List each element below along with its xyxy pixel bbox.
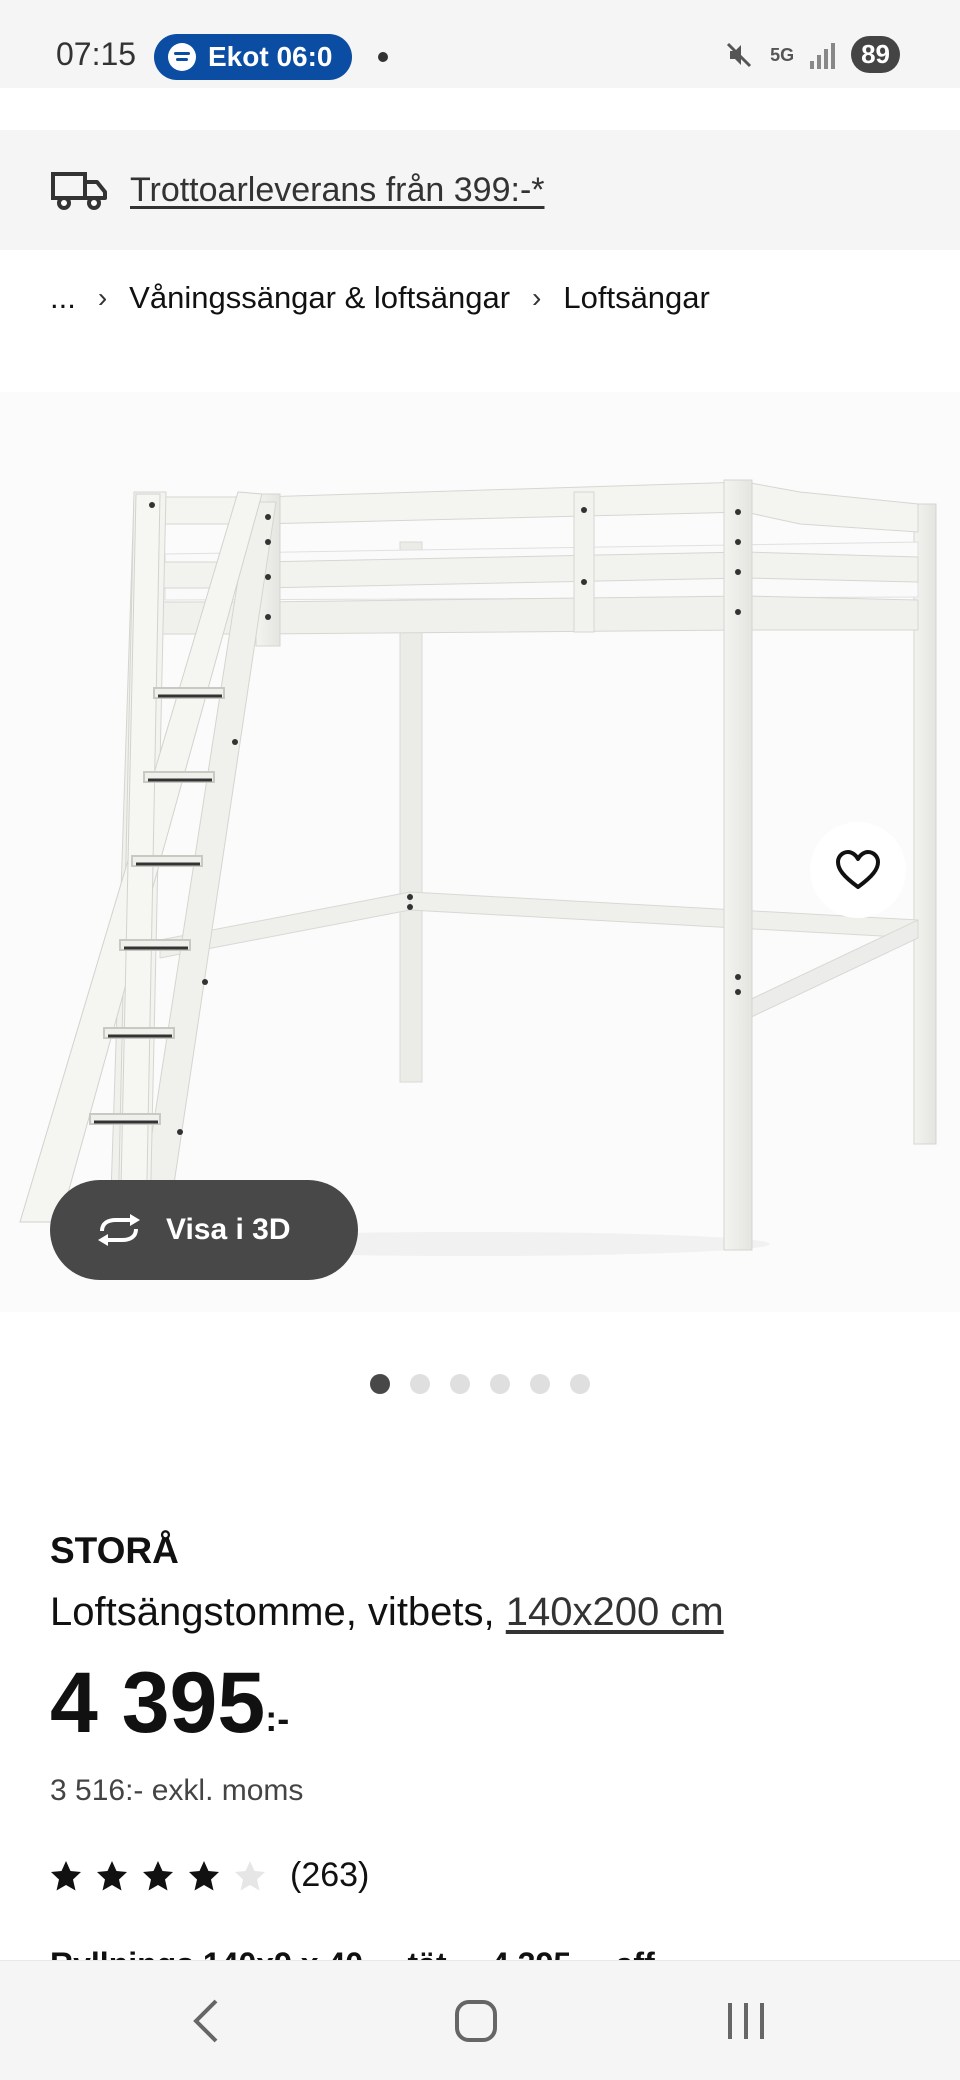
favorite-button[interactable] [810, 822, 906, 918]
review-count[interactable]: (263) [290, 1856, 369, 1895]
mute-icon [727, 42, 752, 67]
pagination-dot[interactable] [450, 1374, 470, 1394]
product-type: Loftsängstomme, vitbets, [50, 1590, 506, 1634]
rotate-3d-icon [98, 1214, 140, 1246]
pagination-dot[interactable] [490, 1374, 510, 1394]
pagination-dot[interactable] [530, 1374, 550, 1394]
status-bar: 07:15 Ekot 06:0 5G 89 [0, 0, 960, 88]
star-empty-icon [235, 1860, 265, 1890]
star-filled-icon [51, 1860, 81, 1890]
star-filled-icon [189, 1860, 219, 1890]
status-time: 07:15 [56, 36, 137, 72]
product-image-gallery[interactable] [0, 392, 960, 1312]
pagination-dot[interactable] [410, 1374, 430, 1394]
delivery-banner[interactable]: Trottoarleverans från 399:-* [0, 130, 960, 250]
chevron-right-icon: › [97, 282, 108, 313]
back-icon[interactable] [186, 1997, 226, 2045]
product-price: 4 395 :- [50, 1660, 289, 1746]
truck-icon [51, 172, 107, 210]
breadcrumb-item-bunk-beds[interactable]: Våningssängar & loftsängar [129, 280, 510, 316]
star-filled-icon [143, 1860, 173, 1890]
product-rating[interactable]: (263) [50, 1856, 369, 1895]
status-icons: 5G 89 [724, 36, 900, 73]
product-description: Loftsängstomme, vitbets, 140x200 cm [50, 1590, 724, 1635]
gallery-pagination [370, 1374, 590, 1394]
recent-apps-icon[interactable] [724, 2001, 768, 2041]
battery-indicator: 89 [851, 36, 900, 73]
chevron-right-icon: › [532, 282, 542, 313]
network-5g-icon: 5G [770, 44, 795, 65]
star-filled-icon [97, 1860, 127, 1890]
pagination-dot[interactable] [370, 1374, 390, 1394]
delivery-link[interactable]: Trottoarleverans från 399:-* [130, 171, 545, 210]
price-suffix: :- [265, 1698, 290, 1739]
media-playing-pill[interactable]: Ekot 06:0 [154, 34, 352, 80]
notification-dot-icon [378, 52, 388, 62]
heart-icon [836, 850, 880, 889]
product-brand: STORÅ [50, 1530, 179, 1571]
breadcrumb-ellipsis[interactable]: ... [50, 280, 76, 316]
product-size-link[interactable]: 140x200 cm [506, 1590, 724, 1634]
home-icon[interactable] [454, 1999, 498, 2043]
system-navigation-bar [0, 1960, 960, 2080]
breadcrumb: ... › Våningssängar & loftsängar › Lofts… [50, 280, 710, 316]
pagination-dot[interactable] [570, 1374, 590, 1394]
media-title: Ekot 06:0 [208, 41, 333, 72]
price-excl-vat: 3 516:- exkl. moms [50, 1774, 304, 1807]
spotify-icon [168, 43, 196, 71]
breadcrumb-item-loft-beds[interactable]: Loftsängar [563, 280, 710, 316]
price-value: 4 395 [50, 1655, 266, 1751]
rating-stars [50, 1860, 266, 1892]
partially-visible-text: Ryllnings 140x9 x 40 ... tät ... 4 395 .… [50, 1946, 655, 1960]
view-in-3d-label: Visa i 3D [166, 1213, 291, 1246]
signal-icon [810, 41, 836, 69]
view-in-3d-button[interactable]: Visa i 3D [50, 1180, 358, 1280]
header-spacer [0, 88, 960, 130]
